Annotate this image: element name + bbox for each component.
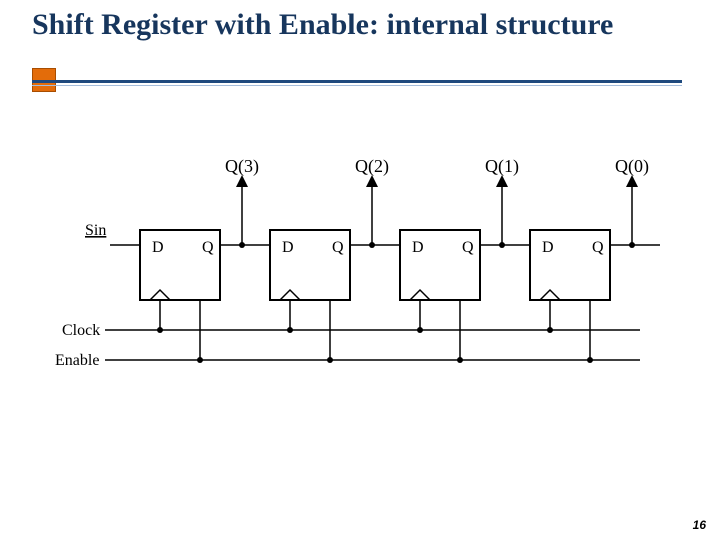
ff3-d-label: D <box>542 239 554 256</box>
flipflop-3: D Q <box>530 230 610 300</box>
signal-sin-label: Sin <box>85 222 106 239</box>
ff1-q-label: Q <box>332 239 344 256</box>
ff2-d-label: D <box>412 239 424 256</box>
circuit-diagram: D Q D Q D Q D Q Sin <box>0 0 720 540</box>
ff3-q-label: Q <box>592 239 604 256</box>
ff1-d-label: D <box>282 239 294 256</box>
output-q0-label: Q(0) <box>615 156 649 177</box>
signal-enable-label: Enable <box>55 352 99 369</box>
page-number: 16 <box>693 518 706 532</box>
flipflop-1: D Q <box>270 230 350 300</box>
ff0-q-label: Q <box>202 239 214 256</box>
flipflop-2: D Q <box>400 230 480 300</box>
signal-clock-label: Clock <box>62 322 100 339</box>
flipflop-0: D Q <box>140 230 220 300</box>
output-q3-label: Q(3) <box>225 156 259 177</box>
ff2-q-label: Q <box>462 239 474 256</box>
ff0-d-label: D <box>152 239 164 256</box>
output-q1-label: Q(1) <box>485 156 519 177</box>
output-q2-label: Q(2) <box>355 156 389 177</box>
slide: Shift Register with Enable: internal str… <box>0 0 720 540</box>
